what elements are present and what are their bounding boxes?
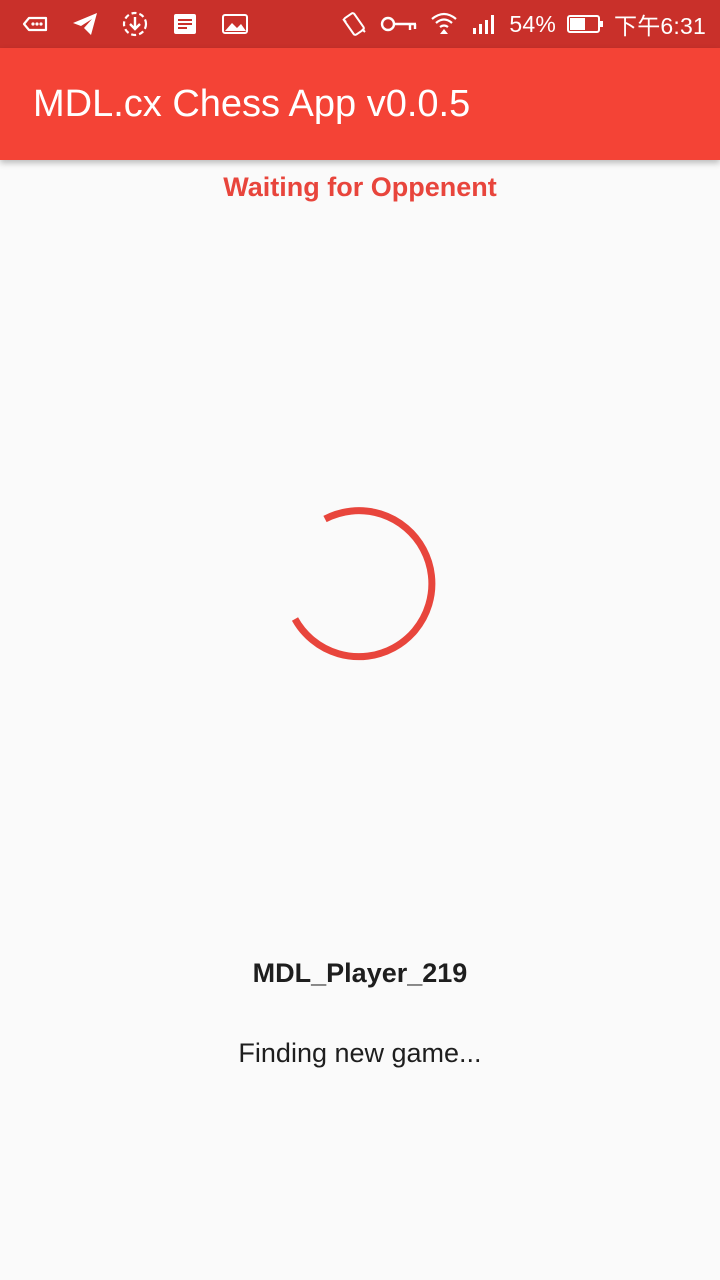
player-name: MDL_Player_219	[252, 958, 468, 988]
key-icon	[379, 9, 419, 39]
wifi-icon	[429, 9, 459, 39]
vibrate-icon	[339, 9, 369, 39]
status-bar: 54% 下午6:31	[0, 0, 720, 48]
message-icon	[20, 9, 50, 39]
status-left-icons	[20, 9, 250, 39]
spinner-arc	[291, 507, 436, 661]
status-right-icons: 54% 下午6:31	[339, 7, 706, 41]
download-icon	[120, 9, 150, 39]
battery-icon	[566, 9, 604, 39]
app-bar: MDL.cx Chess App v0.0.5	[0, 48, 720, 160]
battery-percent: 54%	[509, 10, 557, 37]
finding-game-text: Finding new game...	[238, 1038, 482, 1068]
image-icon	[220, 9, 250, 39]
signal-icon	[469, 9, 499, 39]
telegram-icon	[70, 9, 100, 39]
game-status-text: Waiting for Oppenent	[223, 172, 497, 202]
loading-spinner	[291, 507, 436, 661]
news-icon	[170, 9, 200, 39]
status-time: 下午6:31	[614, 13, 706, 39]
app-title: MDL.cx Chess App v0.0.5	[33, 82, 471, 125]
